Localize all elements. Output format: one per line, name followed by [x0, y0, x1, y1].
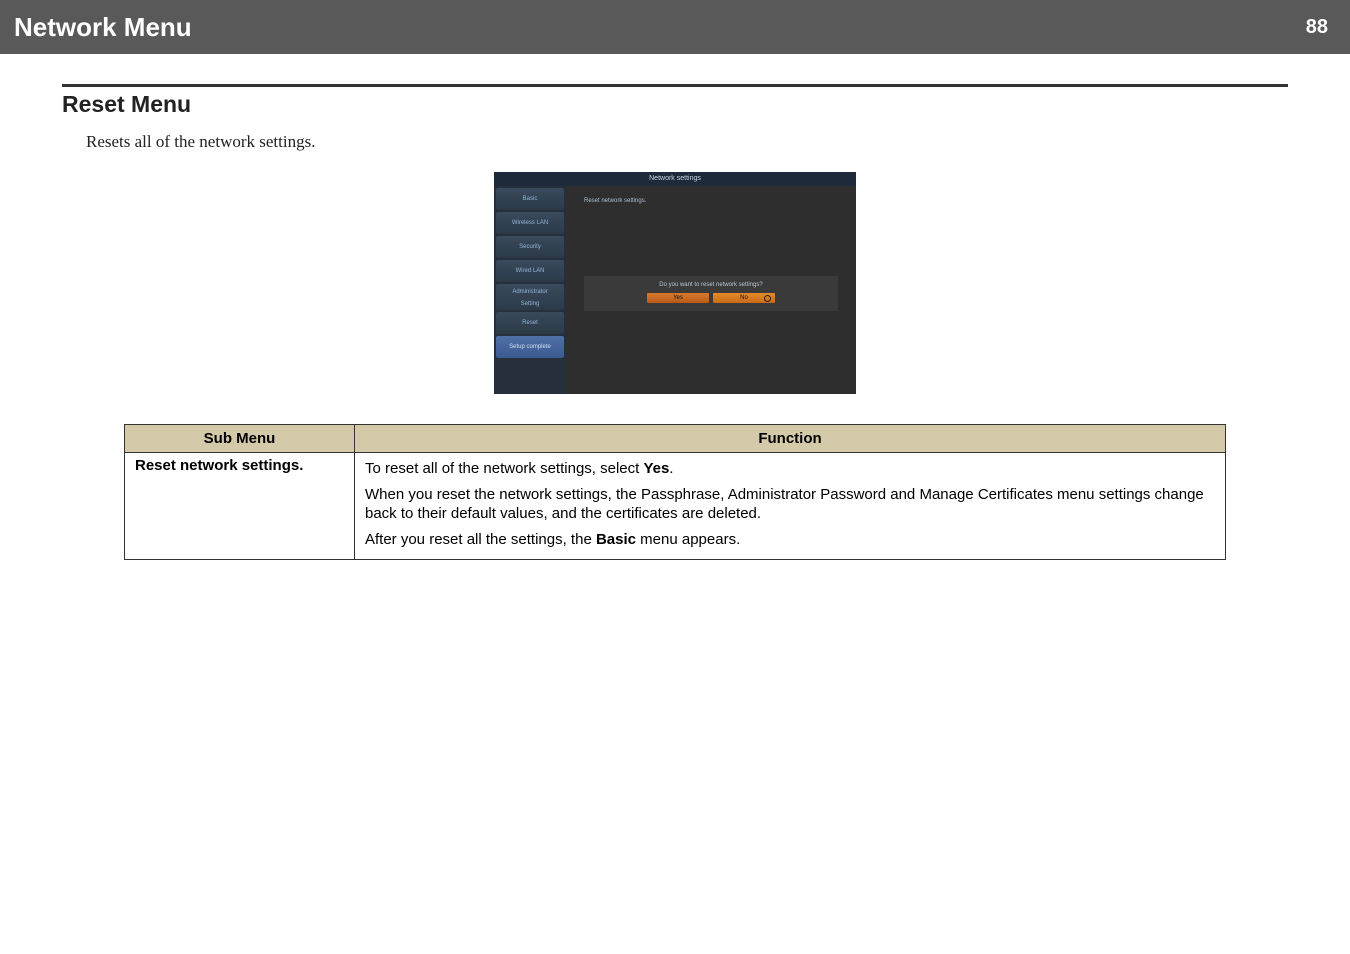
confirm-dialog: Do you want to reset network settings? Y… — [584, 276, 838, 311]
panel-reset-label: Reset network settings. — [584, 198, 646, 204]
dialog-question: Do you want to reset network settings? — [592, 282, 830, 288]
line3-bold: Basic — [596, 531, 636, 548]
line3-suffix: menu appears. — [636, 531, 740, 548]
table-row: Reset network settings. To reset all of … — [125, 453, 1226, 560]
sidebar-tab-security: Security — [496, 236, 564, 258]
function-line-3: After you reset all the settings, the Ba… — [365, 530, 1215, 550]
screenshot-panel: Reset network settings. Do you want to r… — [566, 186, 856, 394]
page-title: Network Menu — [14, 12, 192, 43]
line1-prefix: To reset all of the network settings, se… — [365, 460, 643, 477]
dialog-yes-button: Yes — [647, 293, 709, 303]
admin-line1: Administrator — [512, 289, 547, 295]
row-label: Reset network settings. — [125, 453, 355, 560]
line1-suffix: . — [669, 460, 673, 477]
function-line-2: When you reset the network settings, the… — [365, 485, 1215, 524]
sidebar-tab-complete: Setup complete — [496, 336, 564, 358]
section-divider — [62, 84, 1288, 87]
dialog-no-button: No — [713, 293, 775, 303]
screenshot-sidebar: Basic Wireless LAN Security Wired LAN Ad… — [494, 186, 566, 394]
section-heading: Reset Menu — [62, 91, 1288, 118]
line3-prefix: After you reset all the settings, the — [365, 531, 596, 548]
row-function-cell: To reset all of the network settings, se… — [355, 453, 1226, 560]
sidebar-tab-reset: Reset — [496, 312, 564, 334]
screenshot-titlebar: Network settings — [494, 172, 856, 186]
header-bar: Network Menu 88 — [0, 0, 1350, 54]
sidebar-tab-admin: Administrator Setting — [496, 284, 564, 310]
section-description: Resets all of the network settings. — [86, 132, 1288, 152]
sidebar-tab-wired: Wired LAN — [496, 260, 564, 282]
network-settings-screenshot: Network settings Basic Wireless LAN Secu… — [494, 172, 856, 394]
screenshot-container: Network settings Basic Wireless LAN Secu… — [62, 172, 1288, 394]
function-table: Sub Menu Function Reset network settings… — [124, 424, 1226, 560]
page-number: 88 — [1306, 16, 1328, 39]
dialog-button-row: Yes No — [592, 293, 830, 303]
function-line-1: To reset all of the network settings, se… — [365, 459, 1215, 479]
screenshot-body: Basic Wireless LAN Security Wired LAN Ad… — [494, 186, 856, 394]
sidebar-tab-wireless: Wireless LAN — [496, 212, 564, 234]
main-content: Reset Menu Resets all of the network set… — [0, 54, 1350, 560]
line1-bold: Yes — [643, 460, 669, 477]
sidebar-tab-basic: Basic — [496, 188, 564, 210]
admin-line2: Setting — [521, 301, 540, 307]
table-header-row: Sub Menu Function — [125, 425, 1226, 453]
header-function: Function — [355, 425, 1226, 453]
header-sub-menu: Sub Menu — [125, 425, 355, 453]
